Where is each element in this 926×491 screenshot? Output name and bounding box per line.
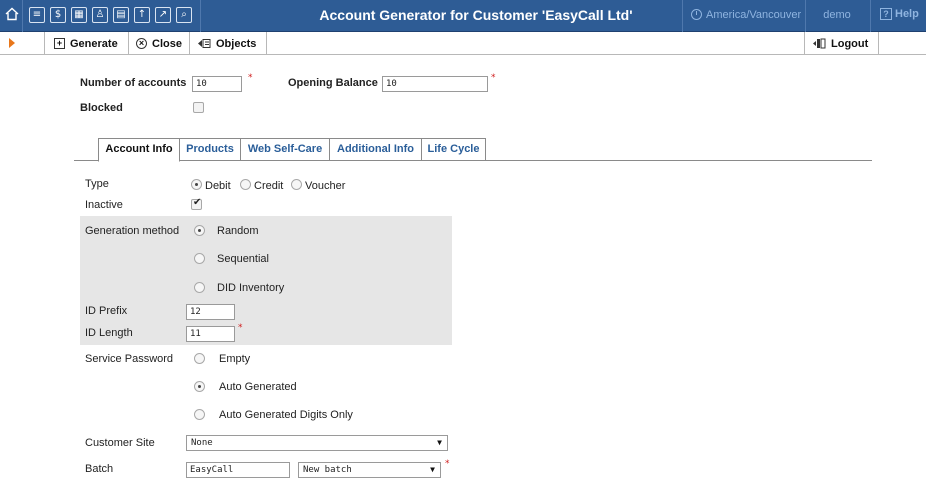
- accounts-icon[interactable]: ▤: [113, 7, 129, 23]
- divider: [682, 0, 683, 32]
- divider: [870, 0, 871, 32]
- tab-additional-info[interactable]: Additional Info: [330, 138, 422, 161]
- batch-select-value: New batch: [303, 465, 352, 475]
- blocked-label: Blocked: [80, 102, 123, 114]
- list-icon[interactable]: ≡: [29, 7, 45, 23]
- required-marker: *: [248, 73, 253, 83]
- svc-pw-auto-radio[interactable]: [194, 381, 205, 392]
- gen-random-radio[interactable]: [194, 225, 205, 236]
- upload-icon[interactable]: ↑: [134, 7, 150, 23]
- opening-balance-input[interactable]: 10: [382, 76, 488, 92]
- id-length-label: ID Length: [85, 327, 133, 339]
- divider: [804, 32, 805, 55]
- help-link[interactable]: ? Help: [880, 8, 919, 20]
- play-arrow-icon[interactable]: [9, 38, 15, 48]
- close-button[interactable]: × Close: [136, 36, 182, 51]
- timezone-label: America/Vancouver: [706, 9, 802, 21]
- logout-label: Logout: [831, 37, 869, 50]
- tab-products[interactable]: Products: [180, 138, 241, 161]
- svc-pw-empty-label: Empty: [219, 353, 251, 365]
- statistics-icon[interactable]: ↗: [155, 7, 171, 23]
- clock-icon: [691, 9, 702, 20]
- svc-pw-empty-radio[interactable]: [194, 353, 205, 364]
- help-label: Help: [895, 8, 919, 20]
- opening-balance-label: Opening Balance: [288, 77, 378, 89]
- type-voucher-label: Voucher: [305, 180, 346, 192]
- top-navigation-bar: ≡ $ ▦ ♙ ▤ ↑ ↗ ⌕ Account Generator for Cu…: [0, 0, 926, 32]
- timezone-link[interactable]: America/Vancouver: [691, 9, 801, 21]
- id-length-input[interactable]: 11: [186, 326, 235, 342]
- dropdown-arrow-icon: ▼: [430, 465, 435, 474]
- batch-label: Batch: [85, 463, 114, 475]
- tab-account-info[interactable]: Account Info: [98, 138, 180, 162]
- customer-icon[interactable]: ♙: [92, 7, 108, 23]
- search-icon[interactable]: ⌕: [176, 7, 192, 23]
- divider: [189, 32, 190, 55]
- required-marker: *: [445, 459, 450, 469]
- type-voucher-radio[interactable]: [291, 179, 302, 190]
- divider: [266, 32, 267, 55]
- required-marker: *: [238, 323, 243, 333]
- divider: [128, 32, 129, 55]
- home-icon[interactable]: [4, 7, 20, 23]
- svc-pw-digits-radio[interactable]: [194, 409, 205, 420]
- logout-button[interactable]: Logout: [812, 36, 868, 51]
- objects-icon: [197, 38, 211, 49]
- service-password-label: Service Password: [85, 353, 174, 365]
- close-label: Close: [152, 37, 182, 50]
- billing-icon[interactable]: $: [50, 7, 66, 23]
- id-prefix-label: ID Prefix: [85, 305, 128, 317]
- gen-did-inventory-radio[interactable]: [194, 282, 205, 293]
- help-icon: ?: [880, 8, 892, 20]
- customer-site-value: None: [191, 438, 213, 448]
- gen-sequential-label: Sequential: [217, 253, 269, 265]
- num-accounts-label: Number of accounts: [80, 77, 187, 89]
- type-debit-radio[interactable]: [191, 179, 202, 190]
- user-name[interactable]: demo: [806, 9, 868, 21]
- blocked-checkbox[interactable]: [193, 102, 204, 113]
- type-label: Type: [85, 178, 109, 190]
- type-debit-label: Debit: [205, 180, 231, 192]
- num-accounts-input[interactable]: 10: [192, 76, 242, 92]
- gen-method-label: Generation method: [85, 225, 180, 237]
- grid-icon[interactable]: ▦: [71, 7, 87, 23]
- tab-life-cycle[interactable]: Life Cycle: [422, 138, 486, 161]
- generate-label: Generate: [70, 37, 118, 50]
- required-marker: *: [491, 73, 496, 83]
- customer-site-label: Customer Site: [85, 437, 155, 449]
- close-icon: ×: [136, 38, 147, 49]
- divider: [44, 32, 45, 55]
- svc-pw-auto-label: Auto Generated: [219, 381, 297, 393]
- customer-site-select[interactable]: None ▼: [186, 435, 448, 451]
- gen-random-label: Random: [217, 225, 259, 237]
- logout-icon: [812, 38, 826, 49]
- dropdown-arrow-icon: ▼: [437, 438, 442, 447]
- divider: [878, 32, 879, 55]
- tab-web-self-care[interactable]: Web Self-Care: [241, 138, 330, 161]
- svc-pw-digits-label: Auto Generated Digits Only: [219, 409, 353, 421]
- objects-button[interactable]: Objects: [197, 36, 256, 51]
- divider: [22, 0, 23, 32]
- generate-button[interactable]: + Generate: [54, 36, 118, 51]
- type-credit-radio[interactable]: [240, 179, 251, 190]
- gen-sequential-radio[interactable]: [194, 253, 205, 264]
- action-toolbar: + Generate × Close Objects Logout: [0, 32, 926, 55]
- page-title: Account Generator for Customer 'EasyCall…: [319, 7, 633, 23]
- divider: [200, 0, 201, 32]
- type-credit-label: Credit: [254, 180, 284, 192]
- objects-label: Objects: [216, 37, 257, 50]
- batch-select[interactable]: New batch ▼: [298, 462, 441, 478]
- gen-did-inventory-label: DID Inventory: [217, 282, 285, 294]
- plus-icon: +: [54, 38, 65, 49]
- inactive-checkbox[interactable]: [191, 197, 202, 210]
- inactive-label: Inactive: [85, 199, 123, 211]
- batch-input[interactable]: EasyCall: [186, 462, 290, 478]
- id-prefix-input[interactable]: 12: [186, 304, 235, 320]
